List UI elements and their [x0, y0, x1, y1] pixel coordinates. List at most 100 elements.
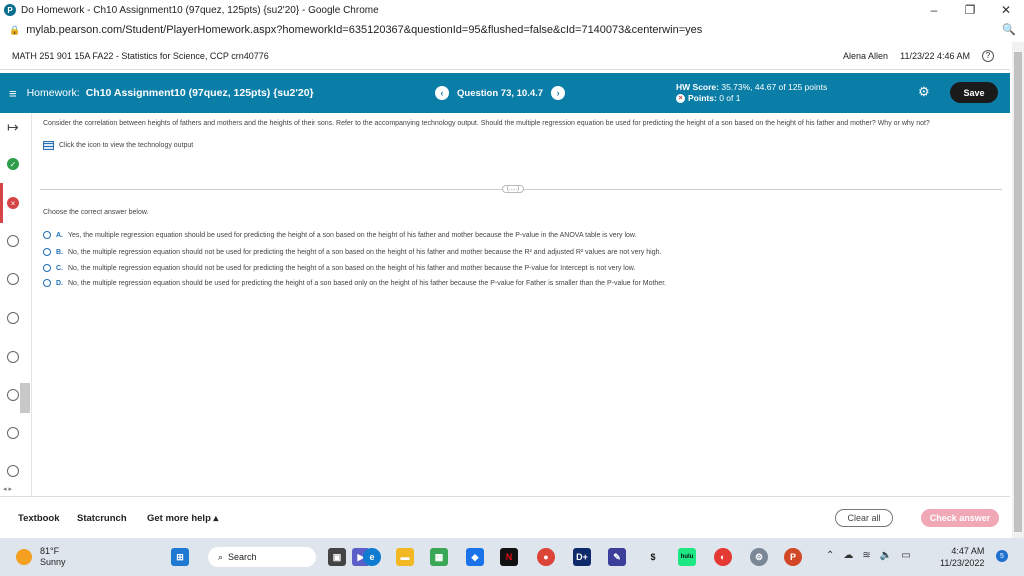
finance-icon[interactable]: $ [644, 548, 662, 566]
scrollbar-thumb[interactable] [1014, 52, 1022, 532]
sun-icon [16, 549, 32, 565]
app-icon[interactable]: ◐ [714, 548, 732, 566]
weather-widget[interactable]: 81°F Sunny [16, 546, 66, 568]
taskbar-search[interactable]: ⌕ Search [208, 547, 316, 567]
hulu-icon[interactable]: hulu [678, 548, 696, 566]
clock-date: 11/23/2022 [940, 558, 985, 568]
volume-icon[interactable]: 🔈 [880, 550, 892, 561]
homework-header: ≡ Homework: Ch10 Assignment10 (97quez, 1… [0, 73, 1010, 113]
expand-sidebar-icon[interactable]: ↦ [7, 119, 19, 136]
option-text[interactable]: No, the multiple regression equation sho… [68, 280, 666, 287]
question-label[interactable]: Question 73, 10.4.7 [457, 88, 543, 99]
disney-plus-icon[interactable]: D+ [573, 548, 591, 566]
answer-option-d[interactable]: D. No, the multiple regression equation … [43, 279, 666, 287]
task-view-icon[interactable]: ▣ [328, 548, 346, 566]
restore-icon[interactable]: ❐ [952, 0, 988, 20]
zoom-icon[interactable]: 🔍 [1002, 23, 1016, 36]
radio-button[interactable] [43, 231, 51, 239]
lock-icon: 🔒 [9, 24, 21, 35]
edge-icon[interactable]: e [363, 548, 381, 566]
question-nav: ‹ Question 73, 10.4.7 › [435, 86, 566, 100]
question-status-incorrect-icon[interactable]: × [7, 197, 19, 209]
answer-option-b[interactable]: B. No, the multiple regression equation … [43, 248, 661, 256]
taskbar-clock[interactable]: 4:47 AM 11/23/2022 [940, 545, 984, 569]
check-answer-button[interactable]: Check answer [921, 509, 999, 527]
user-name[interactable]: Alena Allen [843, 51, 888, 61]
question-status-open-icon[interactable] [7, 273, 19, 285]
option-letter: D. [56, 279, 63, 287]
weather-condition: Sunny [40, 557, 66, 567]
homework-title: Ch10 Assignment10 (97quez, 125pts) {su2'… [85, 87, 314, 99]
chrome-icon[interactable]: ● [537, 548, 555, 566]
system-tray[interactable]: ⌃ ☁ ≋ 🔈 ▭ [826, 550, 911, 561]
score-panel: HW Score: 35.73%, 44.67 of 125 points × P… [676, 82, 827, 104]
notes-icon[interactable]: ✎ [608, 548, 626, 566]
course-name: MATH 251 901 15A FA22 - Statistics for S… [12, 50, 269, 61]
option-text[interactable]: No, the multiple regression equation sho… [68, 265, 635, 272]
wifi-icon[interactable]: ≋ [862, 550, 870, 561]
taskbar: 81°F Sunny ⊞ ⌕ Search ▣ ▶ e ▬ ▦ ◆ N ● D+ … [0, 538, 1024, 576]
chevron-up-icon[interactable]: ⌃ [826, 550, 834, 561]
question-status-correct-icon[interactable]: ✓ [7, 158, 19, 170]
weather-temp: 81°F [40, 546, 60, 556]
tech-output-link[interactable]: Click the icon to view the technology ou… [43, 141, 193, 150]
homework-footer: Textbook Statcrunch Get more help ▴ Clea… [0, 496, 1010, 538]
course-bar: MATH 251 901 15A FA22 - Statistics for S… [0, 42, 1010, 70]
get-help-menu[interactable]: Get more help ▴ [147, 513, 218, 524]
question-status-open-icon[interactable] [7, 235, 19, 247]
powerpoint-icon[interactable]: P [784, 548, 802, 566]
gear-icon[interactable]: ⚙ [918, 84, 930, 100]
url-text[interactable]: mylab.pearson.com/Student/PlayerHomework… [26, 24, 702, 36]
question-status-open-icon[interactable] [7, 465, 19, 477]
close-icon[interactable]: ✕ [988, 0, 1024, 20]
search-label[interactable]: Search [228, 552, 257, 562]
course-datetime: 11/23/22 4:46 AM [900, 50, 970, 61]
question-sidebar: ↦ ✓ × ◂ ▸ [0, 113, 32, 496]
points-label: Points: [688, 93, 717, 103]
window-title: Do Homework - Ch10 Assignment10 (97quez,… [21, 4, 379, 16]
store-icon[interactable]: ▦ [430, 548, 448, 566]
notification-badge[interactable]: 5 [996, 550, 1008, 562]
more-button[interactable]: (.....) [502, 185, 524, 193]
battery-icon[interactable]: ▭ [901, 550, 910, 561]
answer-instruction: Choose the correct answer below. [43, 209, 149, 216]
score-label: HW Score: [676, 82, 719, 92]
option-letter: A. [56, 231, 63, 239]
question-prompt: Consider the correlation between heights… [43, 120, 930, 127]
question-status-open-icon[interactable] [7, 389, 19, 401]
save-button[interactable]: Save [950, 82, 998, 103]
question-status-open-icon[interactable] [7, 312, 19, 324]
page-scrollbar[interactable] [1012, 42, 1024, 538]
radio-button[interactable] [43, 264, 51, 272]
address-bar[interactable]: 🔒 mylab.pearson.com/Student/PlayerHomewo… [0, 20, 1024, 40]
menu-icon[interactable]: ≡ [9, 86, 17, 101]
radio-button[interactable] [43, 248, 51, 256]
settings-icon[interactable]: ⚙ [750, 548, 768, 566]
option-text[interactable]: No, the multiple regression equation sho… [68, 249, 661, 256]
textbook-link[interactable]: Textbook [18, 513, 60, 524]
option-text[interactable]: Yes, the multiple regression equation sh… [68, 232, 637, 239]
answer-option-c[interactable]: C. No, the multiple regression equation … [43, 264, 635, 272]
file-explorer-icon[interactable]: ▬ [396, 548, 414, 566]
question-status-open-icon[interactable] [7, 427, 19, 439]
current-question-indicator [0, 183, 3, 223]
windows-start-icon[interactable]: ⊞ [171, 548, 189, 566]
points-value: 0 of 1 [719, 93, 741, 103]
sidebar-scroll-arrows-icon[interactable]: ◂ ▸ [3, 485, 12, 493]
dropbox-icon[interactable]: ◆ [466, 548, 484, 566]
minimize-icon[interactable]: – [916, 0, 952, 20]
answer-option-a[interactable]: A. Yes, the multiple regression equation… [43, 231, 637, 239]
cloud-icon[interactable]: ☁ [843, 550, 853, 561]
next-question-button[interactable]: › [551, 86, 566, 100]
question-status-open-icon[interactable] [7, 351, 19, 363]
statcrunch-link[interactable]: Statcrunch [77, 513, 127, 524]
sidebar-scroll-thumb[interactable] [20, 383, 30, 413]
help-icon[interactable]: ? [982, 49, 994, 62]
prev-question-button[interactable]: ‹ [435, 86, 449, 100]
radio-button[interactable] [43, 279, 51, 287]
clear-all-button[interactable]: Clear all [835, 509, 893, 527]
netflix-icon[interactable]: N [500, 548, 518, 566]
table-icon[interactable] [43, 141, 54, 150]
browser-title-bar: P Do Homework - Ch10 Assignment10 (97que… [0, 0, 1024, 20]
tech-output-link-text[interactable]: Click the icon to view the technology ou… [59, 142, 193, 149]
